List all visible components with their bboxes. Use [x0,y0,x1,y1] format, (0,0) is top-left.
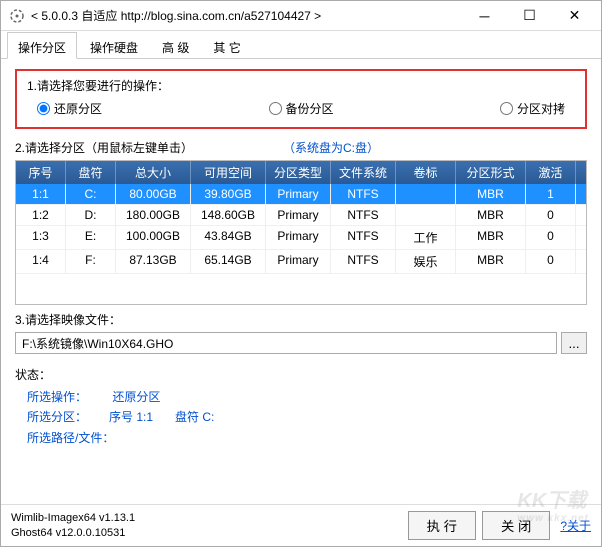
tab-other[interactable]: 其 它 [202,32,251,59]
minimize-button[interactable]: ─ [462,2,507,30]
execute-button[interactable]: 执 行 [408,511,476,540]
partition-table: 序号 盘符 总大小 可用空间 分区类型 文件系统 卷标 分区形式 激活 1:1C… [15,160,587,305]
window-title: < 5.0.0.3 自适应 http://blog.sina.com.cn/a5… [31,7,462,24]
browse-button[interactable]: ... [561,332,587,354]
radio-restore[interactable]: 还原分区 [37,100,102,117]
version-info: Wimlib-Imagex64 v1.13.1 Ghost64 v12.0.0.… [11,511,135,540]
table-row[interactable]: 1:3E:100.00GB43.84GBPrimaryNTFS工作MBR0 [16,226,586,250]
tab-disk-ops[interactable]: 操作硬盘 [79,32,149,59]
tab-bar: 操作分区 操作硬盘 高 级 其 它 [1,31,601,59]
status-body: 所选操作： 还原分区 所选分区：序号 1:1盘符 C: 所选路径/文件： [15,387,587,448]
operation-select: 1.请选择您要进行的操作： 还原分区 备份分区 分区对拷 [15,69,587,129]
table-row[interactable]: 1:1C:80.00GB39.80GBPrimaryNTFSMBR1 [16,184,586,205]
footer: Wimlib-Imagex64 v1.13.1 Ghost64 v12.0.0.… [1,504,601,546]
titlebar: < 5.0.0.3 自适应 http://blog.sina.com.cn/a5… [1,1,601,31]
section2-label: 2.请选择分区（用鼠标左键单击） [15,139,193,156]
system-disk-note: （系统盘为C:盘） [283,139,379,156]
close-button[interactable]: ✕ [552,2,597,30]
section1-label: 1.请选择您要进行的操作： [27,77,575,94]
table-row[interactable]: 1:2D:180.00GB148.60GBPrimaryNTFSMBR0 [16,205,586,226]
table-row[interactable]: 1:4F:87.13GB65.14GBPrimaryNTFS娱乐MBR0 [16,250,586,274]
table-header: 序号 盘符 总大小 可用空间 分区类型 文件系统 卷标 分区形式 激活 [16,161,586,184]
tab-advanced[interactable]: 高 级 [151,32,200,59]
close-app-button[interactable]: 关 闭 [482,511,550,540]
tab-partition-ops[interactable]: 操作分区 [7,32,77,59]
radio-clone[interactable]: 分区对拷 [500,100,565,117]
app-icon [9,8,25,24]
status-label: 状态： [15,366,587,383]
about-link[interactable]: ?关于 [560,517,591,534]
radio-backup[interactable]: 备份分区 [269,100,334,117]
image-path-input[interactable] [15,332,557,354]
section3-label: 3.请选择映像文件： [15,311,587,328]
maximize-button[interactable]: ☐ [507,2,552,30]
